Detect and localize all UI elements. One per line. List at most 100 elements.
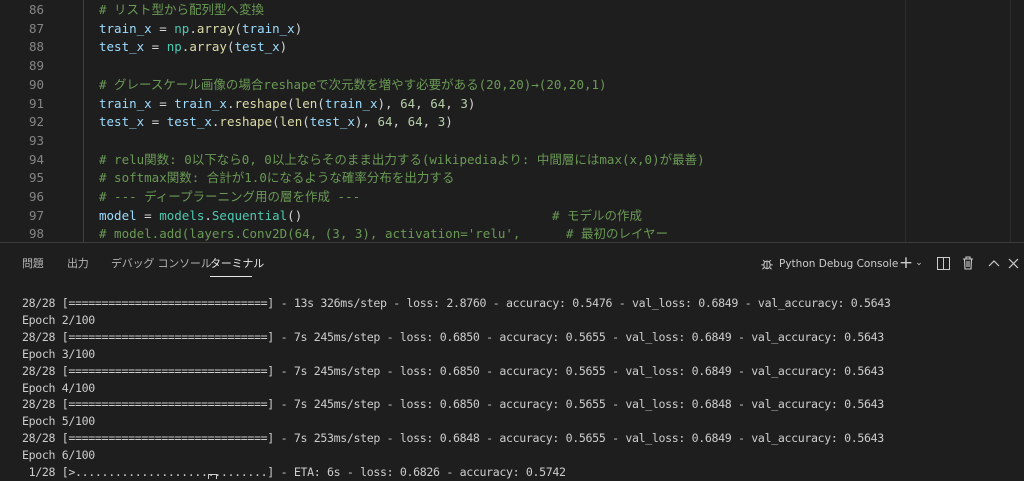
code-token: len bbox=[279, 114, 303, 130]
code-token: , bbox=[415, 95, 431, 111]
code-token: models bbox=[159, 207, 205, 223]
terminal-line: 28/28 [==============================] -… bbox=[22, 296, 891, 310]
code-line: # グレースケール画像の場合reshapeで次元数を増やす必要がある(20,20… bbox=[99, 76, 607, 95]
code-line: test_x = np.array(test_x) bbox=[99, 38, 287, 57]
maximize-icon[interactable] bbox=[986, 254, 1002, 272]
inline-comment: # 最初のレイヤー bbox=[566, 226, 669, 242]
split-icon[interactable] bbox=[935, 254, 951, 272]
line-number: 89 bbox=[28, 58, 44, 74]
code-token: len bbox=[294, 95, 318, 111]
code-line: # リスト型から配列型へ変換 bbox=[99, 1, 264, 20]
line-number: 95 bbox=[28, 170, 44, 186]
terminal-line: 28/28 [==============================] -… bbox=[22, 397, 884, 412]
tab-output[interactable]: 出力 bbox=[67, 255, 89, 271]
code-token: 64 bbox=[407, 114, 423, 130]
terminal-line: Epoch 5/100 bbox=[22, 414, 95, 429]
code-token: ( bbox=[287, 95, 295, 111]
ruler-line bbox=[905, 0, 906, 242]
code-token: ), bbox=[377, 95, 401, 111]
terminal-line: Epoch 3/100 bbox=[22, 346, 95, 361]
code-token: # --- ディープラーニング用の層を作成 --- bbox=[99, 189, 361, 204]
code-token: = bbox=[144, 39, 167, 55]
code-token: 64 bbox=[430, 95, 446, 111]
code-token: ( bbox=[317, 95, 325, 111]
terminal-line: 28/28 [==============================] -… bbox=[22, 329, 884, 344]
terminal-line: 1/28 [>.............................] - … bbox=[22, 465, 566, 479]
code-token: = bbox=[151, 20, 175, 36]
code-token: = bbox=[136, 207, 160, 223]
line-number-gutter: 86 87 88 89 90 91 92 93 94 95 96 97 98 bbox=[0, 0, 62, 242]
line-number: 98 bbox=[28, 226, 44, 242]
code-token: . bbox=[189, 20, 197, 36]
line-number: 86 bbox=[28, 2, 44, 17]
terminal-selector[interactable]: Python Debug Console bbox=[760, 254, 898, 274]
code-token: test_x bbox=[166, 114, 212, 130]
inline-comment: # モデルの作成 bbox=[552, 207, 643, 223]
code-token: test_x bbox=[234, 39, 280, 55]
terminal-line: 28/28 [==============================] -… bbox=[22, 363, 884, 378]
code-line: test_x = test_x.reshape(len(test_x), 64,… bbox=[99, 113, 453, 132]
line-number: 96 bbox=[28, 189, 44, 204]
trash-icon[interactable] bbox=[960, 254, 976, 272]
terminal-line: Epoch 6/100 bbox=[22, 448, 95, 463]
code-token: array bbox=[189, 39, 227, 55]
code-token: ( bbox=[302, 114, 310, 130]
code-token: # relu関数: 0以下なら0, 0以上ならそのまま出力する(wikipedi… bbox=[99, 151, 705, 167]
line-number: 97 bbox=[28, 207, 44, 223]
code-token: . bbox=[204, 207, 212, 223]
chevron-down-icon[interactable]: ⌄ bbox=[914, 254, 924, 272]
code-token: , bbox=[422, 114, 438, 130]
code-token: , bbox=[445, 95, 461, 111]
line-number: 87 bbox=[28, 20, 44, 36]
code-token: np bbox=[166, 39, 182, 55]
code-token: test_x bbox=[99, 114, 145, 130]
code-token: ( bbox=[272, 114, 280, 130]
code-token: ( bbox=[226, 39, 235, 55]
tab-terminal[interactable]: ターミナル bbox=[210, 255, 264, 271]
code-token: ) bbox=[294, 20, 303, 36]
code-token: 64 bbox=[377, 114, 393, 130]
tab-problems[interactable]: 問題 bbox=[22, 255, 44, 271]
code-token: np bbox=[174, 20, 190, 36]
code-line: # model.add(layers.Conv2D(64, (3, 3), ac… bbox=[99, 225, 668, 242]
code-token: array bbox=[196, 20, 235, 36]
code-token: ) bbox=[279, 39, 288, 55]
code-line: train_x = np.array(train_x) bbox=[99, 20, 302, 39]
code-token: = bbox=[151, 95, 175, 111]
indent-guide bbox=[83, 0, 84, 242]
close-icon[interactable] bbox=[1005, 254, 1021, 272]
code-line: # softmax関数: 合計が1.0になるような確率分布を出力する bbox=[99, 169, 454, 188]
line-number: 94 bbox=[28, 151, 44, 167]
code-token: reshape bbox=[234, 95, 288, 111]
code-token: # リスト型から配列型へ変換 bbox=[99, 2, 265, 17]
tab-debug-console[interactable]: デバッグ コンソール bbox=[111, 255, 212, 271]
code-token: # softmax関数: 合計が1.0になるような確率分布を出力する bbox=[99, 170, 455, 186]
terminal-line: 28/28 [==============================] -… bbox=[22, 431, 884, 446]
terminal-line: Epoch 2/100 bbox=[22, 312, 95, 327]
code-editor[interactable]: 86 87 88 89 90 91 92 93 94 95 96 97 98 # リスト型から配列型へ変… bbox=[0, 0, 1024, 242]
code-line: train_x = train_x.reshape(len(train_x), … bbox=[99, 95, 475, 114]
code-token: test_x bbox=[99, 39, 145, 55]
code-token: , bbox=[392, 114, 408, 130]
code-token: train_x bbox=[99, 95, 152, 111]
code-line: # relu関数: 0以下なら0, 0以上ならそのまま出力する(wikipedi… bbox=[99, 151, 705, 170]
active-tab-indicator bbox=[210, 276, 252, 277]
code-token: # model.add(layers.Conv2D(64, (3, 3), ac… bbox=[99, 226, 521, 242]
panel-tab-bar: 問題 出力 デバッグ コンソール ターミナル Python Debug Cons… bbox=[0, 243, 1024, 283]
line-number: 92 bbox=[28, 114, 44, 130]
editor-scrollbar[interactable] bbox=[1014, 0, 1024, 242]
code-token: reshape bbox=[219, 114, 273, 130]
terminal-cursor bbox=[208, 474, 217, 479]
add-icon[interactable]: + bbox=[898, 253, 914, 273]
code-token: 64 bbox=[400, 95, 416, 111]
overview-ruler bbox=[1010, 0, 1011, 242]
code-token: train_x bbox=[242, 20, 295, 36]
code-token: train_x bbox=[99, 20, 152, 36]
code-token: model bbox=[99, 207, 137, 223]
code-token: ) bbox=[445, 114, 453, 130]
line-number: 91 bbox=[28, 95, 44, 111]
code-line: model = models.Sequential() # モデルの作成 bbox=[99, 207, 642, 226]
line-number: 90 bbox=[28, 76, 44, 92]
terminal-selector-label: Python Debug Console bbox=[779, 258, 899, 270]
line-number: 93 bbox=[28, 132, 44, 148]
